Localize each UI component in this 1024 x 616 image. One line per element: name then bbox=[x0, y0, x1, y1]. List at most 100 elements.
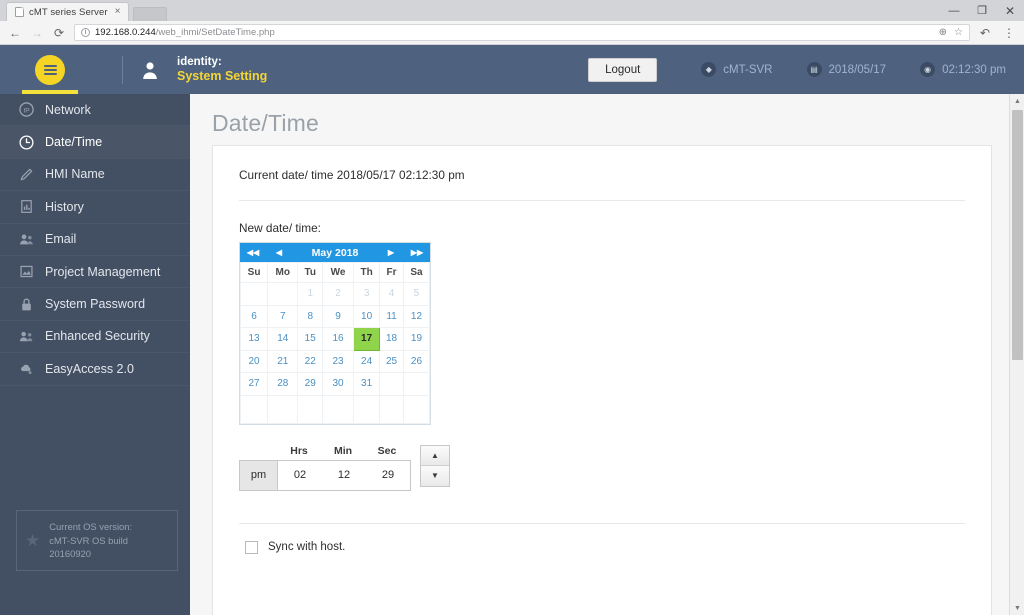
reload-icon[interactable]: ⟳ bbox=[48, 22, 70, 44]
calendar-day-4[interactable]: 4 bbox=[379, 282, 404, 306]
time-headers: Hrs Min Sec bbox=[239, 445, 411, 457]
sidebar-item-date-time[interactable]: Date/Time bbox=[0, 126, 190, 159]
calendar-day-13[interactable]: 13 bbox=[239, 327, 269, 351]
close-icon[interactable]: × bbox=[113, 7, 123, 17]
weekday-header-row: Su Mo Tu We Th Fr Sa bbox=[239, 262, 431, 283]
weekday-su: Su bbox=[239, 262, 269, 283]
calendar-day-28[interactable]: 28 bbox=[267, 372, 299, 396]
calendar-day-31[interactable]: 31 bbox=[353, 372, 381, 396]
stepper-down-icon[interactable]: ▼ bbox=[421, 465, 449, 486]
browser-menu-icon[interactable]: ⋮ bbox=[998, 22, 1020, 44]
calendar-empty-cell bbox=[379, 372, 404, 396]
os-version-line1: Current OS version: bbox=[49, 521, 133, 533]
calendar-day-6[interactable]: 6 bbox=[239, 304, 269, 328]
scroll-up-icon[interactable]: ▲ bbox=[1010, 94, 1024, 108]
calendar-day-18[interactable]: 18 bbox=[379, 327, 404, 351]
window-close-icon[interactable]: ✕ bbox=[996, 0, 1024, 21]
sidebar-label: EasyAccess 2.0 bbox=[45, 361, 134, 376]
time-fields[interactable]: pm 02 12 29 bbox=[239, 459, 411, 491]
sidebar: IP Network Date/Time HMI Name History Em… bbox=[0, 94, 190, 615]
minutes-field[interactable]: 12 bbox=[322, 461, 366, 490]
sidebar-item-network[interactable]: IP Network bbox=[0, 94, 190, 127]
calendar-day-1[interactable]: 1 bbox=[297, 282, 323, 306]
info-icon[interactable]: i bbox=[81, 28, 90, 37]
sidebar-item-hmi-name[interactable]: HMI Name bbox=[0, 159, 190, 192]
sync-with-host-row[interactable]: Sync with host. bbox=[239, 524, 965, 554]
calendar-day-11[interactable]: 11 bbox=[379, 304, 404, 328]
calendar-day-25[interactable]: 25 bbox=[379, 349, 404, 373]
sidebar-item-history[interactable]: History bbox=[0, 191, 190, 224]
next-year-icon[interactable]: ▶▶ bbox=[404, 248, 430, 257]
calendar-day-2[interactable]: 2 bbox=[321, 282, 355, 306]
calendar-day-22[interactable]: 22 bbox=[297, 349, 323, 373]
time-stepper[interactable]: ▲ ▼ bbox=[420, 444, 450, 487]
extension-icon[interactable]: ↶ bbox=[974, 22, 996, 44]
scroll-thumb[interactable] bbox=[1012, 110, 1023, 360]
sidebar-label: HMI Name bbox=[45, 167, 105, 182]
scroll-down-icon[interactable]: ▼ bbox=[1010, 601, 1024, 615]
browser-tab[interactable]: cMT series Server × bbox=[6, 2, 130, 21]
seconds-field[interactable]: 29 bbox=[366, 461, 410, 490]
sidebar-item-easyaccess[interactable]: EasyAccess 2.0 bbox=[0, 353, 190, 386]
stepper-up-icon[interactable]: ▲ bbox=[421, 445, 449, 465]
sidebar-item-project-management[interactable]: Project Management bbox=[0, 256, 190, 289]
calendar-filler-row bbox=[239, 394, 431, 424]
document-chart-icon bbox=[18, 198, 35, 215]
calendar-day-27[interactable]: 27 bbox=[239, 372, 269, 396]
url-path: /web_ihmi/SetDateTime.php bbox=[155, 27, 275, 38]
calendar-day-15[interactable]: 15 bbox=[297, 327, 323, 351]
tag-icon: ◆ bbox=[701, 62, 717, 77]
calendar-day-23[interactable]: 23 bbox=[321, 349, 355, 373]
sidebar-item-enhanced-security[interactable]: Enhanced Security bbox=[0, 321, 190, 354]
sidebar-item-email[interactable]: Email bbox=[0, 224, 190, 256]
calendar-day-5[interactable]: 5 bbox=[402, 282, 431, 306]
sync-with-host-checkbox[interactable] bbox=[245, 540, 258, 554]
calendar-day-10[interactable]: 10 bbox=[353, 304, 381, 328]
calendar-day-20[interactable]: 20 bbox=[239, 349, 269, 373]
calendar-day-30[interactable]: 30 bbox=[321, 372, 355, 396]
ampm-field[interactable]: pm bbox=[240, 460, 278, 490]
sidebar-item-system-password[interactable]: System Password bbox=[0, 288, 190, 321]
prev-year-icon[interactable]: ◀◀ bbox=[240, 248, 266, 257]
bookmark-star-icon[interactable]: ☆ bbox=[954, 27, 963, 38]
hours-field[interactable]: 02 bbox=[278, 461, 322, 490]
zoom-icon[interactable]: ⊕ bbox=[939, 27, 947, 38]
minimize-icon[interactable]: — bbox=[940, 0, 968, 21]
application: identity: System Setting Logout ◆ cMT-SV… bbox=[0, 45, 1024, 615]
calendar-day-26[interactable]: 26 bbox=[402, 349, 431, 373]
date-picker[interactable]: ◀◀ ◀ May 2018 ▶ ▶▶ Su Mo Tu We Th Fr Sa 123456… bbox=[239, 242, 431, 425]
app-logo[interactable] bbox=[0, 45, 100, 94]
forward-icon[interactable]: → bbox=[26, 22, 48, 44]
calendar-icon: ▤ bbox=[806, 62, 822, 77]
time-text: 02:12:30 pm bbox=[942, 63, 1006, 76]
address-bar[interactable]: i 192.168.0.244/web_ihmi/SetDateTime.php… bbox=[74, 24, 970, 41]
hamburger-logo-icon[interactable] bbox=[35, 54, 65, 85]
contacts-icon bbox=[18, 231, 35, 248]
calendar-day-7[interactable]: 7 bbox=[267, 304, 299, 328]
identity-block: identity: System Setting bbox=[177, 56, 267, 84]
calendar-day-17[interactable]: 17 bbox=[353, 327, 381, 351]
calendar-day-8[interactable]: 8 bbox=[297, 304, 323, 328]
calendar-day-21[interactable]: 21 bbox=[267, 349, 299, 373]
calendar-day-9[interactable]: 9 bbox=[321, 304, 355, 328]
back-icon[interactable]: ← bbox=[4, 22, 26, 44]
calendar-day-14[interactable]: 14 bbox=[267, 327, 299, 351]
new-tab-button[interactable] bbox=[133, 7, 168, 21]
calendar-day-12[interactable]: 12 bbox=[402, 304, 431, 328]
calendar-title[interactable]: May 2018 bbox=[292, 247, 378, 259]
calendar-day-24[interactable]: 24 bbox=[353, 349, 381, 373]
next-month-icon[interactable]: ▶ bbox=[378, 248, 404, 257]
prev-month-icon[interactable]: ◀ bbox=[266, 248, 292, 257]
users-shield-icon bbox=[18, 328, 35, 345]
logout-button[interactable]: Logout bbox=[588, 57, 658, 82]
maximize-icon[interactable]: ❐ bbox=[968, 0, 996, 21]
calendar-empty-cell bbox=[267, 282, 299, 306]
calendar-day-3[interactable]: 3 bbox=[353, 282, 381, 306]
header-divider bbox=[122, 55, 123, 84]
tab-strip: cMT series Server × — ❐ ✕ bbox=[0, 0, 1024, 21]
calendar-day-19[interactable]: 19 bbox=[402, 327, 431, 351]
calendar-day-16[interactable]: 16 bbox=[321, 327, 355, 351]
page-scrollbar[interactable]: ▲ ▼ bbox=[1009, 94, 1024, 615]
calendar-day-29[interactable]: 29 bbox=[297, 372, 323, 396]
identity-value: System Setting bbox=[177, 68, 268, 83]
